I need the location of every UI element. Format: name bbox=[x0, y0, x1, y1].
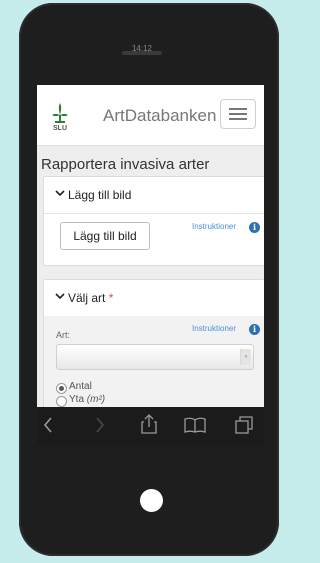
page-title: Rapportera invasiva arter bbox=[41, 156, 210, 173]
chevron-down-icon bbox=[55, 292, 65, 303]
hamburger-bar bbox=[229, 113, 247, 115]
back-icon[interactable] bbox=[43, 417, 53, 438]
radio-antal-label: Antal bbox=[69, 381, 92, 392]
app-title[interactable]: ArtDatabanken bbox=[103, 106, 216, 126]
info-icon[interactable]: i bbox=[249, 324, 260, 335]
bookmarks-icon[interactable] bbox=[184, 417, 206, 438]
section-title: Välj art * bbox=[68, 291, 113, 305]
hamburger-bar bbox=[229, 118, 247, 120]
chevron-down-icon bbox=[55, 189, 65, 200]
info-icon[interactable]: i bbox=[249, 222, 260, 233]
section-header-add-image[interactable]: Lägg till bild bbox=[44, 177, 264, 214]
browser-toolbar bbox=[37, 407, 264, 445]
radio-yta-text: Yta bbox=[69, 394, 85, 405]
species-select[interactable]: ▾ bbox=[56, 344, 254, 370]
instructions-link[interactable]: Instruktioner bbox=[192, 222, 236, 231]
section-select-species: Välj art * Instruktioner i Art: ▾ Antal … bbox=[43, 279, 264, 407]
tabs-icon[interactable] bbox=[235, 416, 253, 439]
chevron-down-icon: ▾ bbox=[240, 349, 251, 365]
species-field-label: Art: bbox=[56, 330, 71, 340]
forward-icon[interactable] bbox=[95, 417, 105, 438]
logo-text: SLU bbox=[53, 125, 67, 132]
required-mark: * bbox=[108, 291, 114, 305]
section-title: Lägg till bild bbox=[68, 188, 132, 202]
radio-yta-unit: (m²) bbox=[86, 394, 106, 405]
add-image-button[interactable]: Lägg till bild bbox=[60, 222, 150, 250]
speaker bbox=[122, 51, 162, 55]
radio-antal[interactable] bbox=[56, 383, 67, 394]
hamburger-bar bbox=[229, 108, 247, 110]
browser-viewport: SLU ArtDatabanken Rapportera invasiva ar… bbox=[37, 85, 264, 407]
app-header: SLU ArtDatabanken bbox=[37, 85, 264, 146]
home-button[interactable] bbox=[140, 489, 163, 512]
instructions-link[interactable]: Instruktioner bbox=[192, 324, 236, 333]
menu-button[interactable] bbox=[220, 99, 256, 129]
share-icon[interactable] bbox=[141, 414, 157, 439]
radio-yta-label: Yta (m²) bbox=[69, 394, 105, 405]
section-title-text: Välj art bbox=[68, 291, 106, 305]
radio-yta[interactable] bbox=[56, 396, 67, 407]
section-header-select-species[interactable]: Välj art * bbox=[44, 280, 264, 317]
section-add-image: Lägg till bild Instruktioner i Lägg till… bbox=[43, 176, 264, 266]
